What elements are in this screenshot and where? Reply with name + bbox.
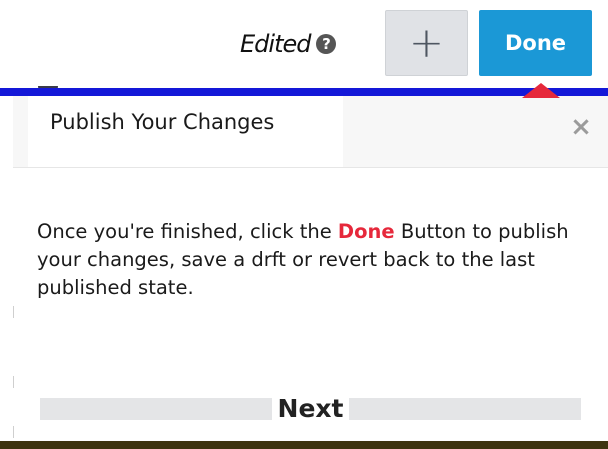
next-button-label: Next	[271, 394, 350, 424]
screen: Edited ? + Done Publish Your Changes × O…	[0, 0, 608, 449]
add-button[interactable]: +	[385, 10, 468, 76]
plus-icon: +	[408, 18, 445, 67]
popover-body-text: Once you're finished, click the Done But…	[37, 218, 597, 302]
popover-title: Publish Your Changes	[50, 110, 275, 134]
done-highlight: Done	[337, 220, 395, 243]
body-text-start: Once you're finished, click the	[37, 220, 338, 243]
done-button[interactable]: Done	[479, 10, 592, 76]
close-icon[interactable]: ×	[566, 112, 596, 142]
tour-popover: Publish Your Changes × Once you're finis…	[13, 96, 608, 445]
question-circle-icon[interactable]: ?	[316, 34, 337, 54]
page-bottom-bar	[0, 441, 608, 449]
popover-title-tab: Publish Your Changes	[28, 96, 343, 167]
edge-divider	[13, 426, 14, 438]
site-header-bar	[0, 88, 608, 96]
popover-header: Publish Your Changes ×	[13, 96, 608, 168]
next-button[interactable]: Next	[40, 394, 581, 424]
edge-divider	[13, 306, 14, 318]
editor-toolbar: Edited ? + Done	[0, 0, 608, 88]
edited-label: Edited	[240, 30, 311, 58]
popover-pointer-arrow	[522, 83, 560, 98]
edited-status: Edited ?	[236, 24, 341, 64]
edge-divider	[13, 376, 14, 388]
